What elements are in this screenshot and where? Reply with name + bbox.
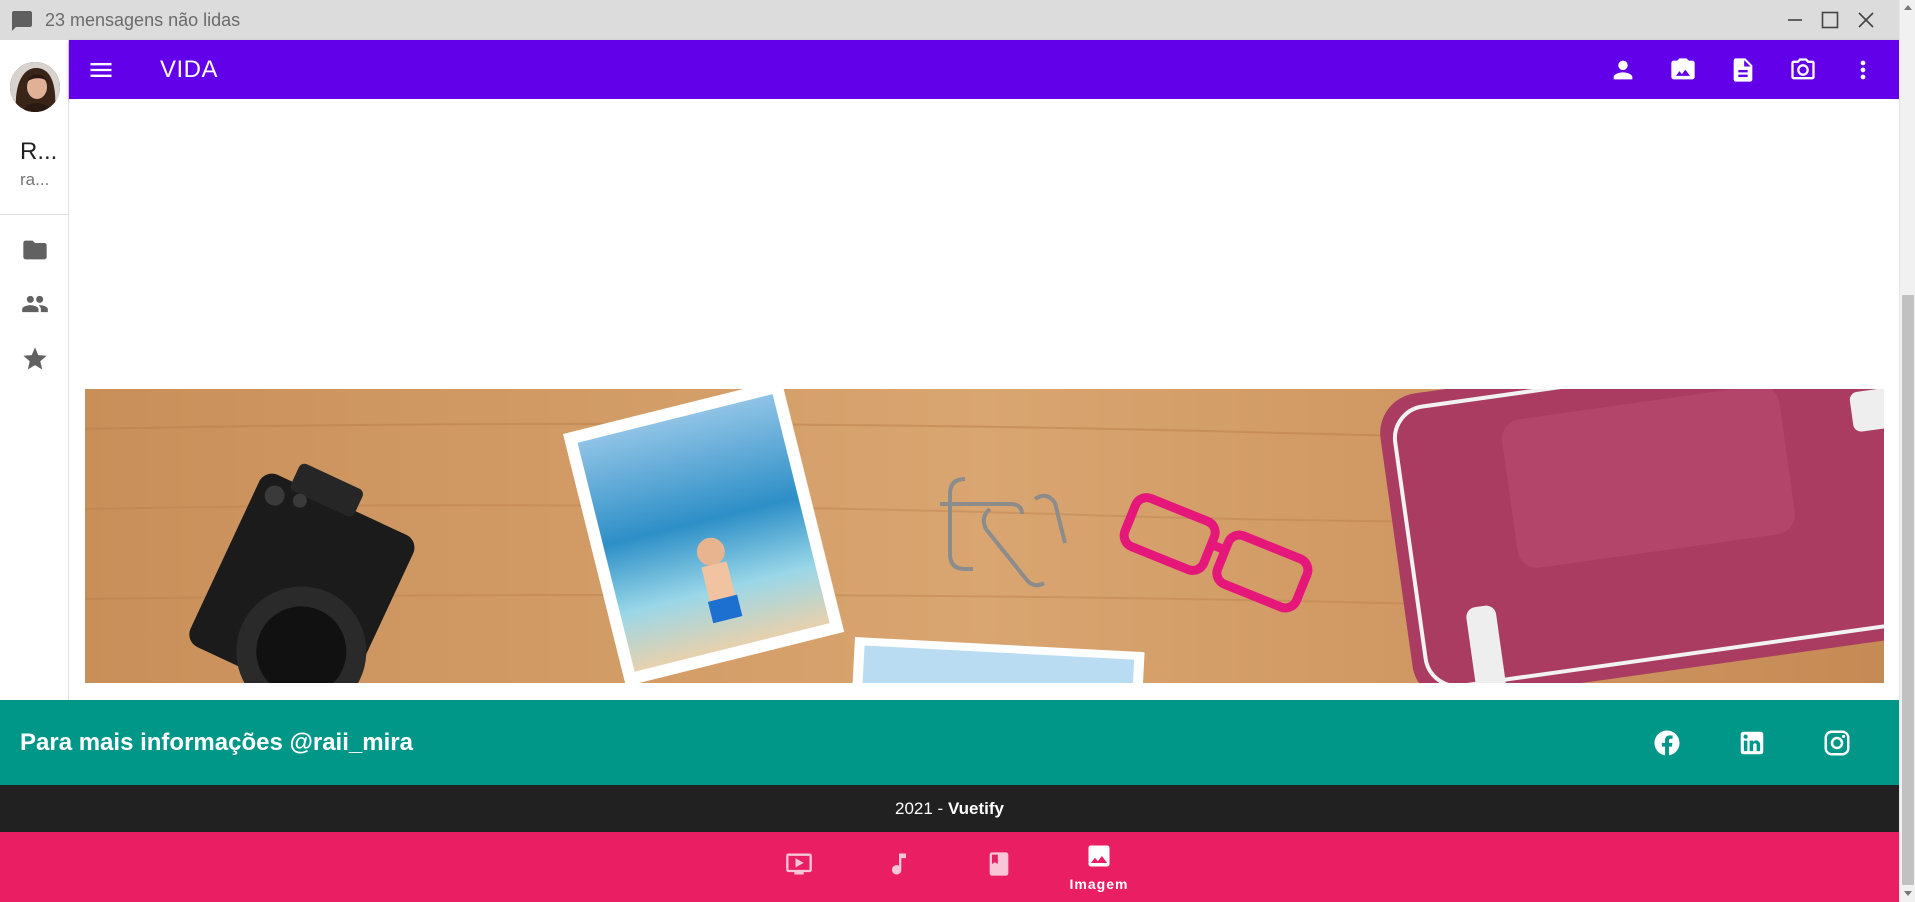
minimize-icon[interactable] — [1783, 8, 1807, 32]
instagram-icon[interactable] — [1822, 728, 1852, 758]
camera-image-icon[interactable] — [1669, 56, 1697, 84]
chat-icon — [12, 11, 32, 31]
close-icon[interactable] — [1854, 8, 1878, 32]
menu-icon[interactable] — [87, 56, 115, 84]
camera-icon[interactable] — [1789, 56, 1817, 84]
star-icon[interactable] — [21, 345, 49, 373]
nav-button-image[interactable]: Imagem — [1049, 832, 1149, 902]
navigation-drawer-rail: R... ra... — [0, 40, 69, 700]
app-title: VIDA — [160, 56, 219, 83]
nav-label-image: Imagem — [1069, 876, 1129, 892]
copyright-text: 2021 - Vuetify — [0, 799, 1899, 819]
nav-button-video[interactable] — [749, 832, 849, 902]
bottom-navigation: Imagem — [0, 832, 1899, 902]
book-icon — [989, 852, 1009, 876]
copyright-footer: 2021 - Vuetify — [0, 785, 1899, 832]
scroll-up-icon[interactable] — [1903, 3, 1913, 13]
television-play-icon — [786, 853, 812, 875]
folder-icon[interactable] — [21, 236, 49, 264]
maximize-icon[interactable] — [1818, 8, 1842, 32]
image-icon — [1088, 845, 1110, 867]
user-avatar[interactable] — [10, 62, 60, 112]
scroll-down-icon[interactable] — [1903, 888, 1913, 898]
copyright-year: 2021 - — [895, 799, 948, 818]
app-bar: VIDA — [69, 40, 1899, 99]
page-scrollbar[interactable] — [1899, 0, 1915, 902]
user-name: R... — [20, 138, 58, 165]
user-handle: ra... — [20, 170, 50, 189]
window-titlebar: 23 mensagens não lidas — [0, 0, 1915, 40]
scrollbar-thumb[interactable] — [1902, 295, 1914, 885]
people-icon[interactable] — [21, 290, 49, 318]
dots-vertical-icon[interactable] — [1849, 56, 1877, 84]
nav-button-music[interactable] — [849, 832, 949, 902]
file-document-icon[interactable] — [1729, 56, 1757, 84]
footer-info-text: Para mais informações @raii_mira — [20, 729, 413, 756]
travel-desk-photo — [85, 389, 1884, 683]
window-title: 23 mensagens não lidas — [45, 10, 241, 30]
account-icon[interactable] — [1609, 56, 1637, 84]
facebook-icon[interactable] — [1652, 728, 1682, 758]
rail-divider — [0, 214, 69, 215]
copyright-brand: Vuetify — [947, 799, 1004, 818]
info-footer: Para mais informações @raii_mira — [0, 700, 1899, 785]
music-note-icon — [892, 853, 906, 875]
nav-button-book[interactable] — [949, 832, 1049, 902]
linkedin-icon[interactable] — [1737, 728, 1767, 758]
main-content — [69, 99, 1899, 700]
